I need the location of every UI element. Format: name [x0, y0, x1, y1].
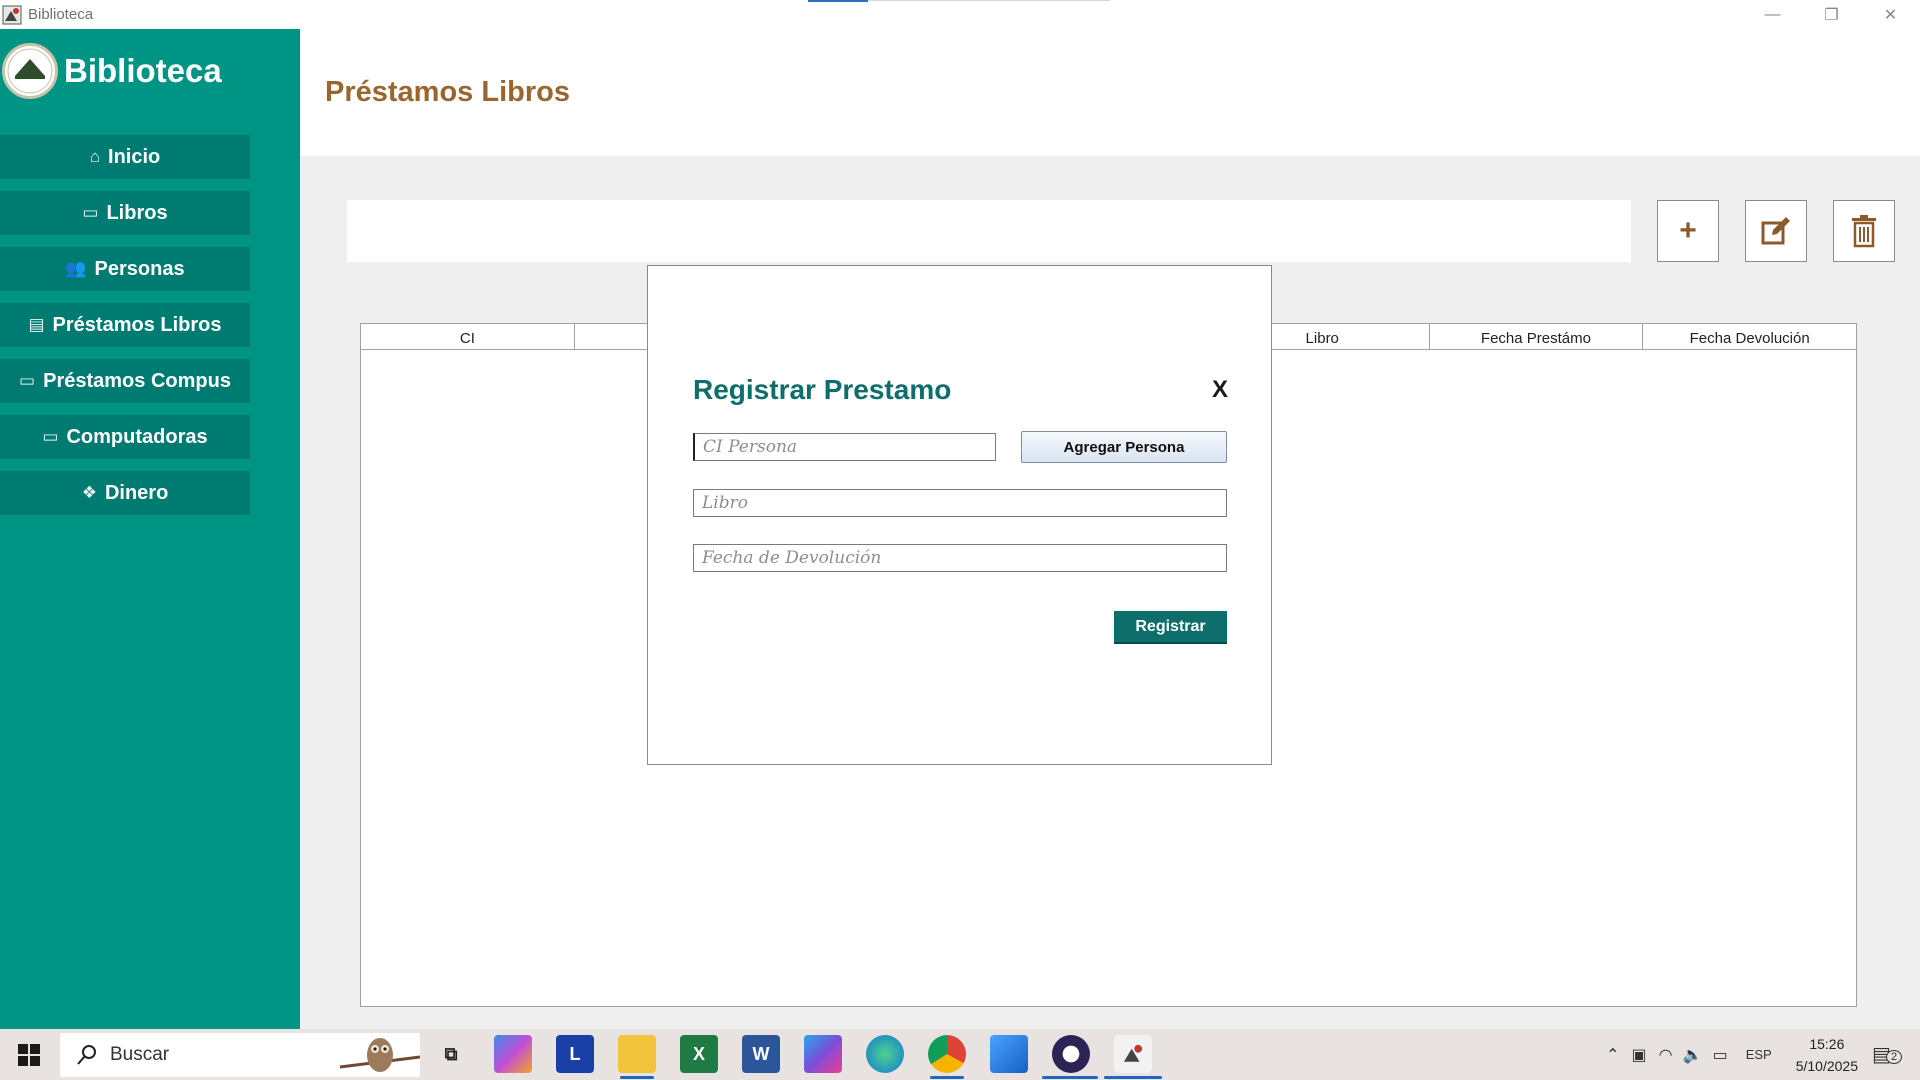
- language-indicator[interactable]: ESP: [1746, 1047, 1772, 1062]
- page-title: Préstamos Libros: [325, 76, 570, 108]
- sidebar-item-prestamos-compus[interactable]: ▭ Préstamos Compus: [0, 359, 250, 403]
- photos-icon[interactable]: [990, 1035, 1028, 1073]
- sidebar-item-prestamos-libros[interactable]: ▤ Préstamos Libros: [0, 303, 250, 347]
- word-icon[interactable]: W: [742, 1035, 780, 1073]
- notification-count: 2: [1886, 1050, 1903, 1064]
- sidebar-item-dinero[interactable]: ❖ Dinero: [0, 471, 250, 515]
- search-bar[interactable]: [347, 200, 1631, 262]
- sidebar-item-label: Préstamos Compus: [43, 369, 231, 392]
- search-icon: [77, 1045, 96, 1065]
- book-icon: ▭: [82, 203, 99, 222]
- monitor-icon: ▭: [42, 427, 59, 446]
- taskbar: Buscar ⧉ L X W ⌃ ▣ ◠ 🔈 ▭ ESP 15:26 5/10/…: [0, 1029, 1920, 1080]
- sidebar-item-label: Personas: [94, 257, 185, 280]
- window-titlebar: Biblioteca — ❐ ✕: [0, 0, 1920, 29]
- sidebar-item-personas[interactable]: 👥 Personas: [0, 247, 250, 291]
- logo-emblem-icon: [7, 48, 53, 94]
- people-icon: 👥: [65, 259, 87, 278]
- owl-illustration-icon: [340, 1038, 420, 1072]
- delete-button[interactable]: [1833, 200, 1895, 262]
- register-loan-dialog: Registrar Prestamo X Agregar Persona Reg…: [647, 265, 1272, 765]
- clock-time: 15:26: [1809, 1035, 1845, 1052]
- logo: [2, 43, 58, 99]
- sidebar-item-inicio[interactable]: ⌂ Inicio: [0, 135, 250, 179]
- clock[interactable]: 15:26 5/10/2025: [1796, 1033, 1858, 1077]
- column-header-ci[interactable]: CI: [361, 324, 575, 349]
- minimize-button[interactable]: —: [1743, 0, 1802, 29]
- edge-icon[interactable]: [866, 1035, 904, 1073]
- notifications-button[interactable]: ▤ 2: [1872, 1042, 1912, 1067]
- volume-icon[interactable]: 🔈: [1683, 1045, 1703, 1065]
- app-icon: [2, 5, 22, 24]
- copilot-icon[interactable]: [494, 1035, 532, 1073]
- sidebar-item-label: Libros: [106, 201, 168, 224]
- header: Préstamos Libros: [300, 29, 1920, 156]
- show-hidden-icons-icon[interactable]: ⌃: [1606, 1045, 1619, 1065]
- windows-start-icon[interactable]: [18, 1044, 40, 1066]
- edit-button[interactable]: [1745, 200, 1807, 262]
- clock-date: 5/10/2025: [1795, 1057, 1858, 1074]
- system-tray: ⌃ ▣ ◠ 🔈 ▭ ESP 15:26 5/10/2025 ▤ 2: [1606, 1029, 1920, 1080]
- plus-icon: +: [1679, 214, 1697, 247]
- close-dialog-button[interactable]: X: [1212, 376, 1228, 404]
- window-title: Biblioteca: [28, 6, 94, 23]
- ci-persona-input[interactable]: [693, 433, 996, 461]
- network-security-icon[interactable]: ▣: [1632, 1045, 1647, 1065]
- taskbar-search-label: Buscar: [110, 1044, 170, 1065]
- biblioteca-app-icon[interactable]: [1114, 1035, 1152, 1073]
- column-header-fecha-devolucion[interactable]: Fecha Devolución: [1643, 324, 1856, 349]
- launcher-l-icon[interactable]: L: [556, 1035, 594, 1073]
- sidebar-item-label: Dinero: [104, 481, 169, 504]
- sidebar-item-label: Computadoras: [66, 425, 208, 448]
- libro-input[interactable]: [693, 489, 1227, 517]
- clipboard-icon: ▤: [28, 315, 45, 334]
- taskbar-search[interactable]: Buscar: [60, 1033, 420, 1077]
- title-indicator: [808, 0, 868, 2]
- monitor-icon: ▭: [19, 371, 36, 390]
- biblioteca-app-glyph-icon: [1123, 1044, 1143, 1062]
- biblioteca-active-indicator: [1104, 1076, 1162, 1079]
- chrome-icon[interactable]: [928, 1035, 966, 1073]
- home-icon: ⌂: [89, 147, 101, 166]
- dialog-title: Registrar Prestamo: [693, 374, 952, 405]
- brand-title: Biblioteca: [64, 52, 222, 89]
- eclipse-icon[interactable]: [1052, 1035, 1090, 1073]
- add-person-button[interactable]: Agregar Persona: [1021, 431, 1227, 463]
- close-button[interactable]: ✕: [1861, 0, 1920, 29]
- sidebar-item-label: Inicio: [108, 145, 161, 168]
- microsoft365-icon[interactable]: [804, 1035, 842, 1073]
- title-indicator-line: [868, 0, 1110, 1]
- wifi-icon[interactable]: ◠: [1659, 1045, 1673, 1065]
- restore-button[interactable]: ❐: [1802, 0, 1861, 29]
- file-explorer-icon[interactable]: [618, 1035, 656, 1073]
- sidebar: Biblioteca ⌂ Inicio ▭ Libros 👥 Personas …: [0, 29, 300, 1029]
- window-controls: — ❐ ✕: [1743, 0, 1920, 29]
- chrome-active-indicator: [930, 1076, 964, 1079]
- brand: Biblioteca: [2, 43, 222, 99]
- add-button[interactable]: +: [1657, 200, 1719, 262]
- money-icon: ❖: [81, 483, 97, 502]
- excel-icon[interactable]: X: [680, 1035, 718, 1073]
- eclipse-active-indicator: [1042, 1076, 1098, 1079]
- task-view-icon[interactable]: ⧉: [432, 1035, 470, 1073]
- edit-icon: [1761, 217, 1790, 245]
- fecha-devolucion-input[interactable]: [693, 544, 1227, 572]
- register-button[interactable]: Registrar: [1114, 611, 1227, 644]
- column-header-fecha-prestamo[interactable]: Fecha Prestámo: [1430, 324, 1644, 349]
- trash-icon: [1852, 215, 1876, 248]
- battery-icon[interactable]: ▭: [1713, 1045, 1728, 1065]
- sidebar-item-computadoras[interactable]: ▭ Computadoras: [0, 415, 250, 459]
- sidebar-item-libros[interactable]: ▭ Libros: [0, 191, 250, 235]
- sidebar-item-label: Préstamos Libros: [52, 313, 222, 336]
- file-explorer-active-indicator: [620, 1076, 654, 1079]
